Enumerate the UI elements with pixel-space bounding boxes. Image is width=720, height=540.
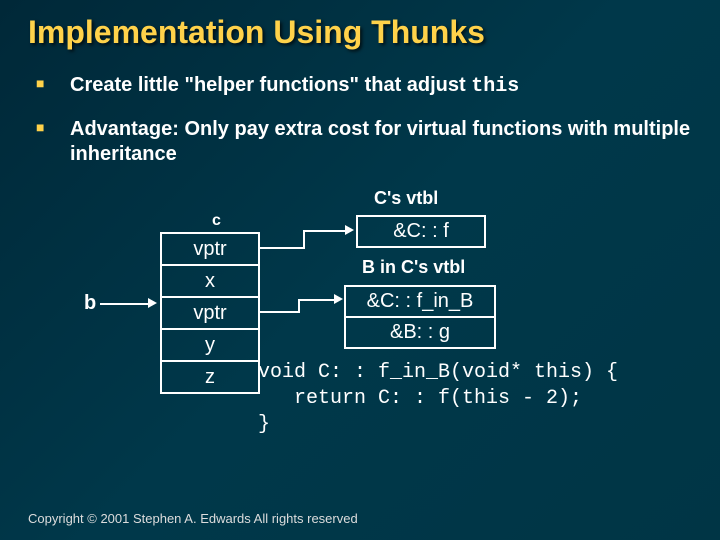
arrowhead-icon [334,294,343,304]
object-cell: vptr [162,298,258,330]
code-block: void C: : f_in_B(void* this) { return C:… [258,360,618,438]
object-cell: z [162,362,258,392]
code-line: } [258,413,270,436]
slide-title: Implementation Using Thunks [28,14,692,51]
bullet-text: Create little "helper functions" that ad… [70,74,471,96]
diagram: C's vtbl c b vptr x vptr y z &C: : f B i… [28,185,692,455]
arrow-vptr2-to-vtbl [298,299,300,313]
arrowhead-icon [148,298,157,308]
copyright: Copyright © 2001 Stephen A. Edwards All … [28,511,358,526]
arrowhead-icon [345,225,354,235]
arrow-vptr1-to-vtbl [303,230,305,249]
vtbl-b-box: &C: : f_in_B &B: : g [344,285,496,349]
label-b: b [84,292,96,315]
arrow-vptr1-to-vtbl [260,247,305,249]
bullet-list: Create little "helper functions" that ad… [36,73,692,167]
vtbl-cell: &B: : g [346,318,494,347]
vtbl-c-box: &C: : f [356,215,486,248]
arrow-vptr2-to-vtbl [298,299,336,301]
label-c-vtbl: C's vtbl [374,188,438,209]
object-cell: vptr [162,234,258,266]
object-box: vptr x vptr y z [160,232,260,394]
label-b-in-c-vtbl: B in C's vtbl [362,257,465,278]
bullet-item: Create little "helper functions" that ad… [36,73,692,99]
vtbl-cell: &C: : f_in_B [346,287,494,318]
code-line: void C: : f_in_B(void* this) { [258,361,618,384]
vtbl-cell: &C: : f [358,217,484,246]
arrow-vptr1-to-vtbl [303,230,347,232]
label-c: c [212,212,221,230]
object-cell: x [162,266,258,298]
bullet-item: Advantage: Only pay extra cost for virtu… [36,117,692,167]
code-line: return C: : f(this - 2); [258,387,582,410]
arrow-b-to-vptr [100,303,150,305]
bullet-text: Advantage: Only pay extra cost for virtu… [70,118,690,165]
arrow-vptr2-to-vtbl [260,311,300,313]
object-cell: y [162,330,258,362]
bullet-code: this [471,75,519,98]
